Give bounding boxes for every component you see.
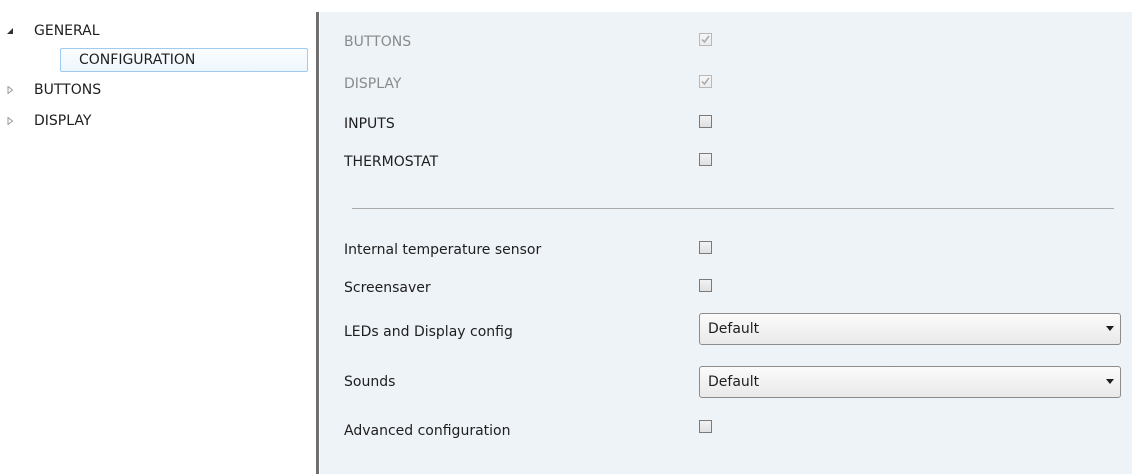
buttons-checkbox[interactable] (699, 33, 712, 46)
collapsed-triangle-icon[interactable] (4, 110, 16, 132)
leds-display-config-select[interactable]: Default (699, 313, 1121, 345)
internal-temp-sensor-label: Internal temperature sensor (344, 242, 542, 258)
buttons-label: BUTTONS (344, 34, 412, 50)
sounds-value: Default (708, 374, 760, 390)
tree-node-general[interactable]: GENERAL (0, 20, 310, 42)
screensaver-checkbox[interactable] (699, 279, 712, 292)
display-checkbox[interactable] (699, 75, 712, 88)
expanded-triangle-icon[interactable] (4, 20, 16, 42)
navigation-tree: GENERAL CONFIGURATION BUTTONS DISPLAY (0, 12, 316, 474)
internal-temp-sensor-checkbox[interactable] (699, 241, 712, 254)
tree-node-configuration[interactable]: CONFIGURATION (60, 48, 308, 72)
advanced-configuration-checkbox[interactable] (699, 420, 712, 433)
thermostat-label: THERMOSTAT (344, 154, 439, 170)
parameters-panel: BUTTONS DISPLAY INPUTS THERMOSTAT Intern… (320, 12, 1132, 474)
tree-node-display[interactable]: DISPLAY (0, 110, 310, 132)
inputs-checkbox[interactable] (699, 115, 712, 128)
display-label: DISPLAY (344, 76, 402, 92)
tree-node-label: BUTTONS (34, 82, 102, 98)
tree-node-buttons[interactable]: BUTTONS (0, 79, 310, 101)
collapsed-triangle-icon[interactable] (4, 79, 16, 101)
leds-display-config-value: Default (708, 321, 760, 337)
panel-splitter[interactable] (316, 12, 319, 474)
tree-node-label: GENERAL (34, 23, 100, 39)
inputs-label: INPUTS (344, 116, 395, 132)
checkmark-icon (701, 77, 710, 86)
tree-node-label: CONFIGURATION (79, 52, 196, 68)
advanced-configuration-label: Advanced configuration (344, 423, 511, 439)
checkmark-icon (701, 35, 710, 44)
thermostat-checkbox[interactable] (699, 153, 712, 166)
sounds-label: Sounds (344, 374, 396, 390)
dropdown-arrow-icon (1106, 326, 1114, 331)
dropdown-arrow-icon (1106, 379, 1114, 384)
section-divider (352, 208, 1114, 209)
sounds-select[interactable]: Default (699, 366, 1121, 398)
screensaver-label: Screensaver (344, 280, 431, 296)
leds-display-config-label: LEDs and Display config (344, 324, 513, 340)
tree-node-label: DISPLAY (34, 113, 92, 129)
